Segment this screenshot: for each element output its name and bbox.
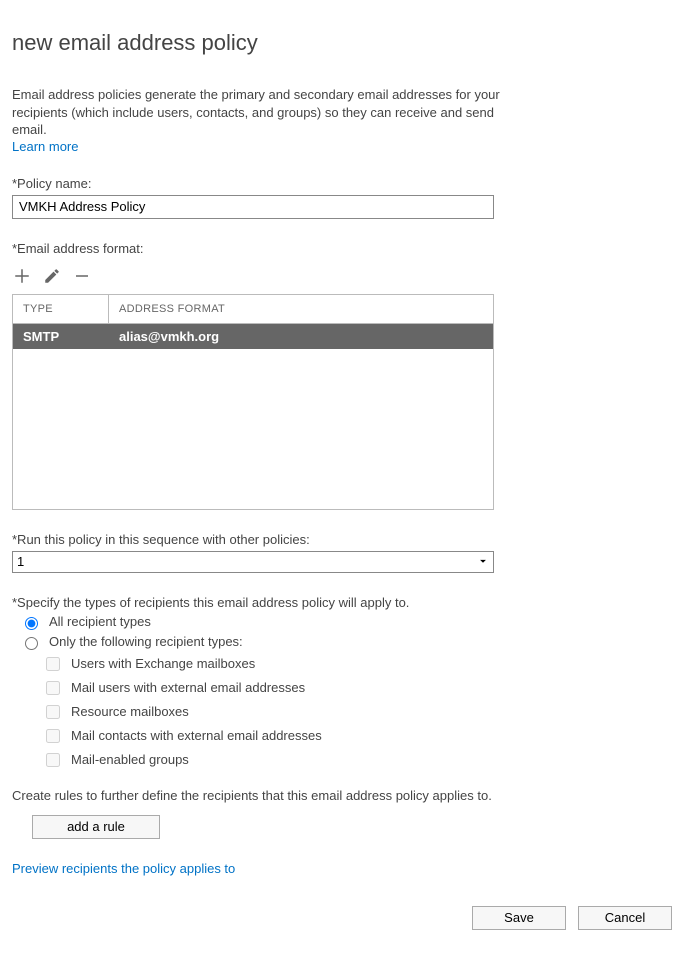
check-mail-users-label: Mail users with external email addresses	[71, 680, 305, 695]
radio-only-label: Only the following recipient types:	[49, 634, 243, 649]
learn-more-link[interactable]: Learn more	[12, 139, 682, 154]
edit-icon[interactable]	[42, 266, 62, 286]
save-button[interactable]: Save	[472, 906, 566, 930]
row-format: alias@vmkh.org	[109, 324, 493, 349]
check-mail-contacts[interactable]: Mail contacts with external email addres…	[42, 726, 682, 746]
preview-recipients-link[interactable]: Preview recipients the policy applies to	[12, 861, 682, 876]
email-format-label: *Email address format:	[12, 241, 682, 256]
radio-only-types[interactable]: Only the following recipient types:	[20, 634, 682, 650]
check-users-exchange-label: Users with Exchange mailboxes	[71, 656, 255, 671]
radio-all-label: All recipient types	[49, 614, 151, 629]
format-grid: TYPE ADDRESS FORMAT SMTP alias@vmkh.org	[12, 294, 494, 510]
radio-only-input[interactable]	[25, 637, 38, 650]
add-icon[interactable]	[12, 266, 32, 286]
intro-text: Email address policies generate the prim…	[12, 86, 512, 139]
sequence-label: *Run this policy in this sequence with o…	[12, 532, 682, 547]
check-resource-label: Resource mailboxes	[71, 704, 189, 719]
check-mail-contacts-label: Mail contacts with external email addres…	[71, 728, 322, 743]
table-row[interactable]: SMTP alias@vmkh.org	[13, 324, 493, 349]
check-mail-users-input[interactable]	[46, 681, 60, 695]
check-users-exchange-input[interactable]	[46, 657, 60, 671]
check-mail-groups[interactable]: Mail-enabled groups	[42, 750, 682, 770]
cancel-button[interactable]: Cancel	[578, 906, 672, 930]
policy-name-label: *Policy name:	[12, 176, 682, 191]
check-mail-groups-input[interactable]	[46, 753, 60, 767]
add-rule-button[interactable]: add a rule	[32, 815, 160, 839]
grid-empty-area	[13, 349, 493, 509]
check-mail-groups-label: Mail-enabled groups	[71, 752, 189, 767]
page-title: new email address policy	[12, 30, 682, 56]
check-resource-input[interactable]	[46, 705, 60, 719]
check-resource[interactable]: Resource mailboxes	[42, 702, 682, 722]
check-mail-users[interactable]: Mail users with external email addresses	[42, 678, 682, 698]
rules-label: Create rules to further define the recip…	[12, 788, 682, 803]
check-mail-contacts-input[interactable]	[46, 729, 60, 743]
recipients-label: *Specify the types of recipients this em…	[12, 595, 682, 610]
row-type: SMTP	[13, 324, 109, 349]
policy-name-input[interactable]	[12, 195, 494, 219]
remove-icon[interactable]	[72, 266, 92, 286]
grid-header-type: TYPE	[13, 295, 109, 323]
grid-header-format: ADDRESS FORMAT	[109, 295, 493, 323]
check-users-exchange[interactable]: Users with Exchange mailboxes	[42, 654, 682, 674]
radio-all-types[interactable]: All recipient types	[20, 614, 682, 630]
radio-all-input[interactable]	[25, 617, 38, 630]
sequence-select[interactable]: 1	[12, 551, 494, 573]
